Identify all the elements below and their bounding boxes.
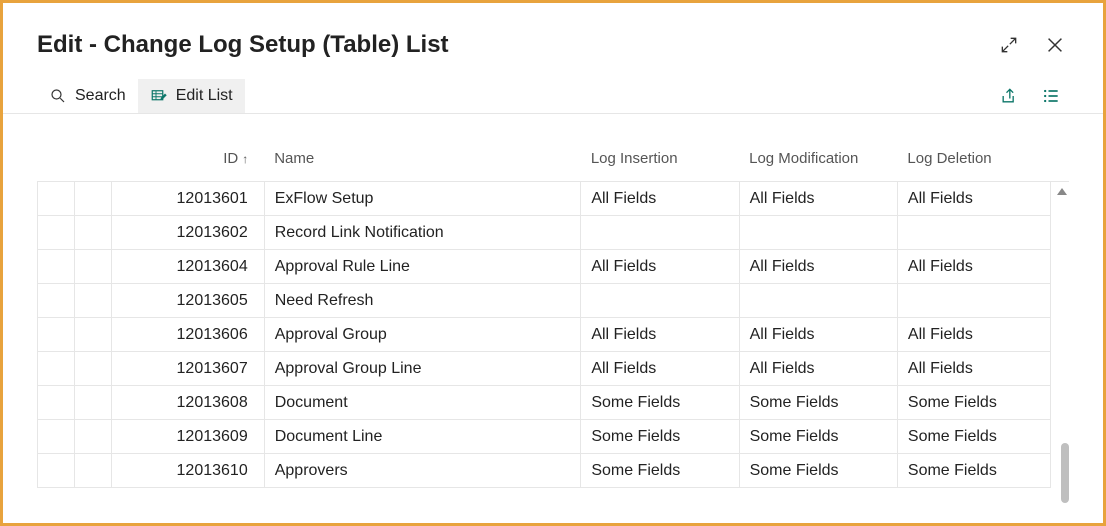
cell-log-insertion[interactable]: Some Fields	[581, 454, 739, 488]
column-context[interactable]	[74, 142, 111, 182]
edit-list-button[interactable]: Edit List	[138, 79, 245, 113]
cell-log-modification[interactable]: All Fields	[739, 318, 897, 352]
row-selector[interactable]	[38, 420, 75, 454]
scroll-up-icon[interactable]	[1057, 188, 1067, 195]
row-selector[interactable]	[38, 454, 75, 488]
cell-name[interactable]: ExFlow Setup	[264, 182, 581, 216]
cell-log-insertion[interactable]	[581, 216, 739, 250]
cell-id[interactable]: 12013610	[111, 454, 264, 488]
cell-log-modification[interactable]	[739, 284, 897, 318]
cell-log-deletion[interactable]: All Fields	[897, 250, 1050, 284]
cell-log-insertion[interactable]: All Fields	[581, 250, 739, 284]
row-selector[interactable]	[38, 250, 75, 284]
row-selector[interactable]	[38, 182, 75, 216]
cell-name[interactable]: Need Refresh	[264, 284, 581, 318]
cell-name[interactable]: Approval Group	[264, 318, 581, 352]
row-selector[interactable]	[38, 386, 75, 420]
cell-log-modification[interactable]: Some Fields	[739, 420, 897, 454]
row-context[interactable]	[74, 420, 111, 454]
expand-icon[interactable]	[995, 31, 1023, 59]
row-context[interactable]	[74, 386, 111, 420]
row-context[interactable]	[74, 216, 111, 250]
cell-id[interactable]: 12013607	[111, 352, 264, 386]
row-context[interactable]	[74, 284, 111, 318]
edit-list-icon	[150, 87, 168, 105]
data-grid[interactable]: ID↑ Name Log Insertion Log Modification …	[37, 142, 1069, 488]
column-log-modification[interactable]: Log Modification	[739, 142, 897, 182]
cell-log-deletion[interactable]: All Fields	[897, 352, 1050, 386]
row-context[interactable]	[74, 182, 111, 216]
cell-log-modification[interactable]: All Fields	[739, 352, 897, 386]
table-row[interactable]: 12013605Need Refresh	[38, 284, 1070, 318]
column-scrollgap	[1051, 142, 1069, 182]
cell-log-insertion[interactable]: Some Fields	[581, 386, 739, 420]
column-id[interactable]: ID ↑	[111, 142, 264, 182]
table-row[interactable]: 12013609Document LineSome FieldsSome Fie…	[38, 420, 1070, 454]
search-button[interactable]: Search	[37, 79, 138, 113]
sort-asc-icon: ↑	[242, 152, 248, 166]
cell-log-modification[interactable]: Some Fields	[739, 386, 897, 420]
column-name[interactable]: Name	[264, 142, 581, 182]
scroll-thumb[interactable]	[1061, 443, 1069, 503]
edit-list-label: Edit List	[176, 87, 233, 105]
row-selector[interactable]	[38, 352, 75, 386]
cell-log-deletion[interactable]: Some Fields	[897, 454, 1050, 488]
cell-id[interactable]: 12013604	[111, 250, 264, 284]
column-log-deletion[interactable]: Log Deletion	[897, 142, 1050, 182]
row-selector[interactable]	[38, 284, 75, 318]
cell-id[interactable]: 12013609	[111, 420, 264, 454]
cell-log-deletion[interactable]	[897, 284, 1050, 318]
table-row[interactable]: 12013608DocumentSome FieldsSome FieldsSo…	[38, 386, 1070, 420]
cell-log-deletion[interactable]: Some Fields	[897, 420, 1050, 454]
cell-id[interactable]: 12013608	[111, 386, 264, 420]
cell-id[interactable]: 12013602	[111, 216, 264, 250]
cell-log-modification[interactable]: All Fields	[739, 250, 897, 284]
cell-name[interactable]: Approval Group Line	[264, 352, 581, 386]
search-icon	[49, 87, 67, 105]
row-selector[interactable]	[38, 318, 75, 352]
cell-log-insertion[interactable]	[581, 284, 739, 318]
column-log-insertion[interactable]: Log Insertion	[581, 142, 739, 182]
cell-log-modification[interactable]: Some Fields	[739, 454, 897, 488]
cell-log-deletion[interactable]: All Fields	[897, 318, 1050, 352]
table-row[interactable]: 12013606Approval GroupAll FieldsAll Fiel…	[38, 318, 1070, 352]
cell-name[interactable]: Record Link Notification	[264, 216, 581, 250]
cell-id[interactable]: 12013606	[111, 318, 264, 352]
page-title: Edit - Change Log Setup (Table) List	[37, 31, 995, 59]
cell-log-insertion[interactable]: Some Fields	[581, 420, 739, 454]
row-context[interactable]	[74, 250, 111, 284]
list-view-icon[interactable]	[1037, 82, 1065, 110]
table-row[interactable]: 12013610ApproversSome FieldsSome FieldsS…	[38, 454, 1070, 488]
share-icon[interactable]	[995, 82, 1023, 110]
column-select[interactable]	[38, 142, 75, 182]
cell-id[interactable]: 12013601	[111, 182, 264, 216]
cell-id[interactable]: 12013605	[111, 284, 264, 318]
row-context[interactable]	[74, 318, 111, 352]
row-context[interactable]	[74, 454, 111, 488]
cell-log-insertion[interactable]: All Fields	[581, 318, 739, 352]
row-selector[interactable]	[38, 216, 75, 250]
cell-log-insertion[interactable]: All Fields	[581, 352, 739, 386]
search-label: Search	[75, 87, 126, 105]
table-row[interactable]: 12013604Approval Rule LineAll FieldsAll …	[38, 250, 1070, 284]
cell-name[interactable]: Approval Rule Line	[264, 250, 581, 284]
cell-name[interactable]: Approvers	[264, 454, 581, 488]
cell-log-modification[interactable]: All Fields	[739, 182, 897, 216]
cell-name[interactable]: Document	[264, 386, 581, 420]
cell-log-deletion[interactable]: All Fields	[897, 182, 1050, 216]
table-row[interactable]: 12013602Record Link Notification	[38, 216, 1070, 250]
cell-log-insertion[interactable]: All Fields	[581, 182, 739, 216]
cell-log-modification[interactable]	[739, 216, 897, 250]
cell-log-deletion[interactable]	[897, 216, 1050, 250]
cell-log-deletion[interactable]: Some Fields	[897, 386, 1050, 420]
cell-name[interactable]: Document Line	[264, 420, 581, 454]
vertical-scrollbar[interactable]	[1053, 192, 1069, 523]
close-icon[interactable]	[1041, 31, 1069, 59]
column-id-label: ID	[223, 150, 238, 167]
table-row[interactable]: 12013607Approval Group LineAll FieldsAll…	[38, 352, 1070, 386]
table-row[interactable]: 12013601ExFlow SetupAll FieldsAll Fields…	[38, 182, 1070, 216]
row-context[interactable]	[74, 352, 111, 386]
